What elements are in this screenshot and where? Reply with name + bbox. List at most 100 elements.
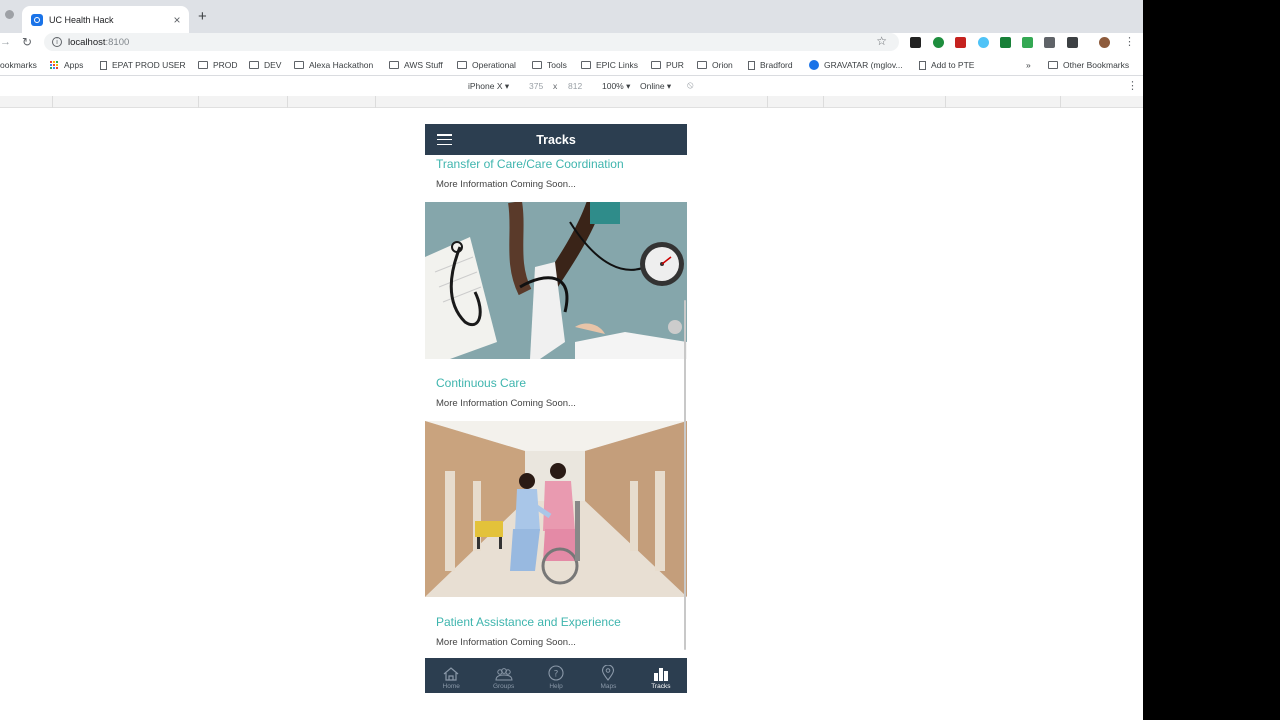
help-icon: ? — [548, 665, 564, 681]
tab-label: Home — [442, 683, 460, 690]
device-height-field[interactable]: 812 — [568, 81, 582, 91]
tab-help[interactable]: ? Help — [530, 658, 582, 693]
tab-tracks[interactable]: Tracks — [635, 658, 687, 693]
bookmark-item[interactable]: EPIC Links — [581, 60, 638, 70]
bookmark-item[interactable]: GRAVATAR (mglov... — [809, 60, 903, 70]
bookmark-item[interactable]: Add to PTE — [919, 60, 974, 70]
card-text: More Information Coming Soon... — [436, 637, 576, 648]
blood-pressure-photo — [425, 202, 687, 359]
forward-icon[interactable]: → — [0, 36, 11, 48]
tab-groups[interactable]: Groups — [477, 658, 529, 693]
rotate-icon[interactable]: ⦸ — [687, 80, 694, 91]
bookmarks-bar: ookmarks Apps EPAT PROD USER PROD DEV Al… — [0, 54, 1143, 76]
scrollbar[interactable] — [684, 300, 686, 650]
apps-icon — [50, 60, 59, 70]
folder-icon — [389, 61, 399, 69]
info-icon[interactable]: i — [52, 37, 62, 47]
groups-icon — [495, 668, 513, 681]
page-icon — [100, 60, 107, 70]
card-title[interactable]: Transfer of Care/Care Coordination — [436, 157, 624, 171]
page-icon — [748, 60, 755, 70]
avatar[interactable] — [1099, 37, 1110, 48]
folder-icon — [249, 61, 259, 69]
media-query-ruler — [0, 96, 1143, 108]
card-text: More Information Coming Soon... — [436, 179, 576, 190]
tab-home[interactable]: Home — [425, 658, 477, 693]
tracks-list[interactable]: Transfer of Care/Care Coordination More … — [425, 155, 687, 658]
bookmark-item[interactable]: ookmarks — [0, 60, 37, 70]
bottom-tab-bar: Home Groups ? Help Maps Tracks — [425, 658, 687, 693]
card-image-blood-pressure — [425, 202, 687, 359]
menu-icon[interactable] — [437, 134, 452, 145]
map-pin-icon — [602, 665, 615, 681]
card-text: More Information Coming Soon... — [436, 398, 576, 409]
folder-icon — [198, 61, 208, 69]
card-title[interactable]: Patient Assistance and Experience — [436, 615, 621, 629]
tab-maps[interactable]: Maps — [582, 658, 634, 693]
dimension-separator: x — [553, 81, 558, 91]
bookmark-item[interactable]: Alexa Hackathon — [294, 60, 373, 70]
folder-icon — [294, 61, 304, 69]
tab-title: UC Health Hack — [49, 14, 114, 25]
window-control[interactable] — [5, 10, 14, 19]
bookmark-item[interactable]: Orion — [697, 60, 733, 70]
tab-label: Maps — [600, 683, 617, 690]
extension-icon[interactable] — [1044, 37, 1055, 48]
device-toolbar: iPhone X ▾ 375 x 812 100% ▾ Online ▾ ⦸ ⋮ — [0, 77, 1143, 95]
bookmark-item[interactable]: EPAT PROD USER — [100, 60, 186, 70]
extension-icon[interactable] — [933, 37, 944, 48]
bookmark-item[interactable]: Tools — [532, 60, 567, 70]
tab-label: Help — [549, 683, 563, 690]
bookmark-item[interactable]: AWS Stuff — [389, 60, 443, 70]
address-bar[interactable]: i localhost:8100 ☆ — [44, 33, 899, 51]
app-header: Tracks — [425, 124, 687, 155]
bookmark-item[interactable]: PROD — [198, 60, 238, 70]
bookmark-item[interactable]: DEV — [249, 60, 281, 70]
folder-icon — [697, 61, 707, 69]
extension-icon[interactable] — [1022, 37, 1033, 48]
folder-icon — [532, 61, 542, 69]
browser-toolbar: → ↻ i localhost:8100 ☆ ⋮ — [0, 33, 1143, 53]
tab-label: Groups — [492, 683, 515, 690]
network-select[interactable]: Online ▾ — [640, 81, 671, 92]
device-width-field[interactable]: 375 — [529, 81, 543, 91]
power-icon — [809, 60, 819, 70]
zoom-select[interactable]: 100% ▾ — [602, 81, 630, 92]
bookmark-item[interactable]: Apps — [50, 60, 83, 70]
url-text: localhost:8100 — [68, 36, 130, 48]
page-icon — [919, 60, 926, 70]
extension-icon[interactable] — [910, 37, 921, 48]
card-title[interactable]: Continuous Care — [436, 376, 526, 390]
mobile-app-frame: Tracks Transfer of Care/Care Coordinatio… — [425, 124, 687, 693]
device-select[interactable]: iPhone X ▾ — [468, 81, 509, 92]
tab-label: Tracks — [651, 683, 671, 690]
home-icon — [443, 667, 459, 681]
browser-tab[interactable]: UC Health Hack × — [22, 6, 189, 33]
bookmarks-overflow-button[interactable]: » — [1026, 60, 1031, 70]
folder-icon — [651, 61, 661, 69]
card-image-patient-assistance — [425, 421, 687, 597]
close-tab-icon[interactable]: × — [169, 13, 185, 27]
extension-icon[interactable] — [978, 37, 989, 48]
extension-icon[interactable] — [955, 37, 966, 48]
folder-icon — [581, 61, 591, 69]
bookmark-item[interactable]: Other Bookmarks — [1048, 60, 1129, 70]
bookmark-star-icon[interactable]: ☆ — [876, 34, 887, 48]
folder-icon — [457, 61, 467, 69]
bookmark-item[interactable]: Operational — [457, 60, 516, 70]
extension-icon[interactable] — [1000, 37, 1011, 48]
device-menu-icon[interactable]: ⋮ — [1127, 79, 1138, 92]
extension-icon[interactable] — [1067, 37, 1078, 48]
folder-icon — [1048, 61, 1058, 69]
svg-text:?: ? — [554, 670, 559, 680]
favicon-icon — [31, 13, 43, 26]
new-tab-icon[interactable]: + — [198, 8, 207, 25]
bar-chart-icon — [653, 668, 668, 681]
hospital-corridor-photo — [425, 421, 687, 597]
bookmark-item[interactable]: PUR — [651, 60, 684, 70]
tab-strip: UC Health Hack × + — [0, 0, 1143, 33]
kebab-menu-icon[interactable]: ⋮ — [1124, 35, 1135, 48]
page-title: Tracks — [536, 132, 576, 147]
reload-icon[interactable]: ↻ — [22, 35, 32, 49]
bookmark-item[interactable]: Bradford — [748, 60, 793, 70]
